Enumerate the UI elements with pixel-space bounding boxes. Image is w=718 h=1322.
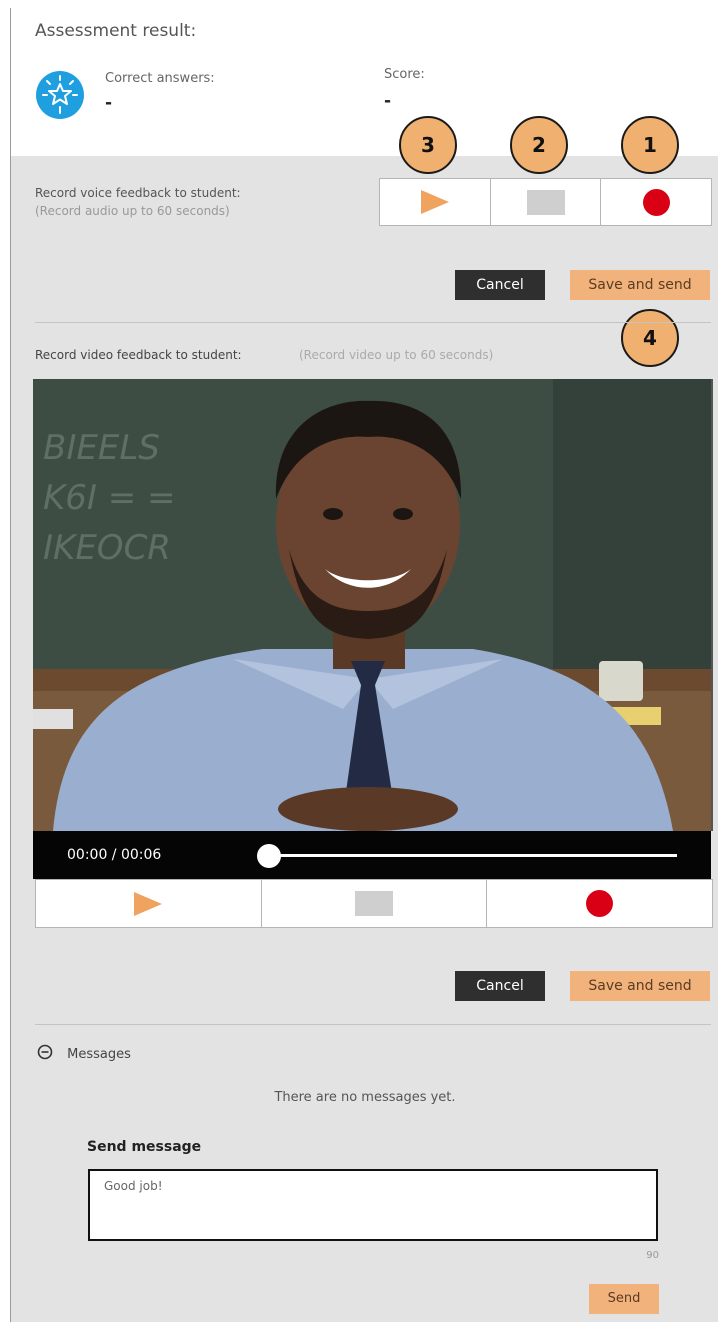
video-feedback-label: Record video feedback to student: (35, 348, 242, 362)
message-input[interactable]: Good job! (88, 1169, 658, 1241)
voice-feedback-label: Record voice feedback to student: (35, 186, 241, 200)
video-progress-bar: 00:00 / 00:06 (33, 831, 711, 879)
board-text-2: K6I = = (43, 478, 176, 518)
voice-cancel-button[interactable]: Cancel (455, 270, 545, 300)
video-record-button[interactable] (487, 880, 712, 927)
video-preview[interactable]: BIEELS K6I = = IKEOCR (33, 379, 713, 831)
voice-feedback-hint: (Record audio up to 60 seconds) (35, 204, 230, 218)
star-badge-icon (36, 71, 84, 119)
video-save-and-send-button[interactable]: Save and send (570, 971, 710, 1001)
correct-answers-value: - (105, 93, 113, 113)
board-text-1: BIEELS (43, 428, 160, 468)
stop-icon (526, 189, 565, 215)
step-marker-2: 2 (510, 116, 568, 174)
stop-icon (355, 891, 393, 916)
send-button[interactable]: Send (589, 1284, 659, 1314)
correct-answers-label: Correct answers: (105, 71, 215, 86)
send-message-title: Send message (87, 1139, 202, 1155)
voice-record-button[interactable] (601, 179, 711, 225)
video-time: 00:00 / 00:06 (67, 847, 162, 863)
video-stop-button[interactable] (262, 880, 488, 927)
step-marker-1: 1 (621, 116, 679, 174)
voice-play-button[interactable] (380, 179, 491, 225)
play-icon (134, 891, 163, 916)
video-seek-handle[interactable] (257, 844, 281, 868)
board-text-3: IKEOCR (43, 528, 171, 568)
section-divider (35, 322, 711, 323)
messages-header: Messages (67, 1046, 131, 1062)
score-label: Score: (384, 67, 425, 82)
character-count: 90 (646, 1250, 659, 1261)
play-icon (420, 190, 449, 214)
video-frame-image: BIEELS K6I = = IKEOCR (33, 379, 711, 831)
score-value: - (384, 91, 392, 111)
messages-toggle[interactable]: Messages (37, 1044, 131, 1064)
video-cancel-button[interactable]: Cancel (455, 971, 545, 1001)
record-icon (642, 188, 670, 216)
video-controls (35, 879, 713, 928)
voice-controls (379, 178, 712, 226)
no-messages-text: There are no messages yet. (274, 1090, 456, 1105)
voice-save-and-send-button[interactable]: Save and send (570, 270, 710, 300)
video-play-button[interactable] (36, 880, 262, 927)
feedback-panel: Assessment result: Correct answers: - Sc… (10, 8, 718, 1322)
assessment-result: Assessment result: Correct answers: - Sc… (11, 8, 718, 156)
record-icon (586, 890, 614, 917)
voice-stop-button[interactable] (491, 179, 602, 225)
video-seek-track[interactable] (269, 854, 677, 857)
assessment-title: Assessment result: (35, 21, 197, 41)
step-marker-4: 4 (621, 309, 679, 367)
video-feedback-hint: (Record video up to 60 seconds) (299, 348, 494, 362)
collapse-icon (37, 1044, 53, 1064)
section-divider (35, 1024, 711, 1025)
step-marker-3: 3 (399, 116, 457, 174)
